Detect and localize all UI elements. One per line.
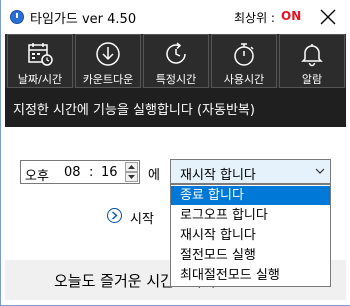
mode-description-bar: 지정한 시간에 기능을 실행합니다 (자동반복) xyxy=(5,88,346,127)
tab-date-time[interactable]: 날짜/시간 xyxy=(7,34,73,88)
title-bar: 타임가드 ver 4.50 최상위 : ON xyxy=(1,0,350,34)
close-button[interactable] xyxy=(313,4,341,30)
spin-down-button[interactable] xyxy=(125,172,138,182)
dropdown-option-logoff[interactable]: 로그오프 합니다 xyxy=(171,206,330,225)
tab-countdown-label: 카운트다운 xyxy=(82,73,134,86)
tab-usage-time[interactable]: 사용시간 xyxy=(211,34,277,88)
conjunction-label: 에 xyxy=(148,168,160,183)
triangle-up-icon xyxy=(128,165,135,169)
tab-specific-time-label: 특정시간 xyxy=(155,73,197,86)
tab-alarm-label: 알람 xyxy=(301,73,323,86)
download-circle-icon xyxy=(96,42,120,66)
spin-up-button[interactable] xyxy=(125,162,138,172)
chevron-down-icon xyxy=(315,168,325,174)
dropdown-option-shutdown[interactable]: 종료 합니다 xyxy=(171,186,330,205)
dropdown-option-restart[interactable]: 재시작 합니다 xyxy=(171,226,330,245)
app-logo-icon xyxy=(10,10,24,24)
main-window: 타임가드 ver 4.50 최상위 : ON 날짜/시간 카운트다운 특정시간 … xyxy=(0,0,350,306)
dropdown-option-sleep[interactable]: 절전모드 실행 xyxy=(171,246,330,265)
action-dropdown-list: 종료 합니다 로그오프 합니다 재시작 합니다 절전모드 실행 최대절전모드 실… xyxy=(170,184,331,287)
time-minute[interactable]: 16 xyxy=(101,165,118,180)
dropdown-option-hibernate[interactable]: 최대절전모드 실행 xyxy=(171,266,330,285)
tab-usage-time-label: 사용시간 xyxy=(223,73,265,86)
action-select-value: 재시작 합니다 xyxy=(180,168,256,183)
start-label[interactable]: 시작 xyxy=(130,208,154,227)
triangle-down-icon xyxy=(128,175,135,179)
close-icon xyxy=(320,9,336,25)
toolbar: 날짜/시간 카운트다운 특정시간 사용시간 알람 xyxy=(5,34,346,88)
time-ampm[interactable]: 오후 xyxy=(25,165,49,184)
mode-description: 지정한 시간에 기능을 실행합니다 (자동반복) xyxy=(13,103,255,118)
time-picker[interactable]: 오후 08 : 16 xyxy=(20,160,140,184)
start-button[interactable] xyxy=(107,208,122,223)
bell-icon xyxy=(301,44,323,67)
tab-alarm[interactable]: 알람 xyxy=(279,34,345,88)
tab-date-time-label: 날짜/시간 xyxy=(17,73,63,86)
clock-refresh-icon xyxy=(166,42,186,64)
tab-countdown[interactable]: 카운트다운 xyxy=(75,34,141,88)
time-spinner xyxy=(125,162,138,182)
always-on-top-toggle[interactable]: ON xyxy=(281,9,301,23)
chevron-right-icon xyxy=(112,211,118,220)
tab-specific-time[interactable]: 특정시간 xyxy=(143,34,209,88)
time-hour[interactable]: 08 xyxy=(64,165,81,180)
app-title: 타임가드 ver 4.50 xyxy=(30,12,137,27)
action-select[interactable]: 재시작 합니다 xyxy=(170,159,331,184)
calendar-clock-icon xyxy=(28,43,53,66)
always-on-top-label: 최상위 : xyxy=(234,11,275,25)
stopwatch-icon xyxy=(234,43,254,66)
time-separator: : xyxy=(89,165,94,180)
